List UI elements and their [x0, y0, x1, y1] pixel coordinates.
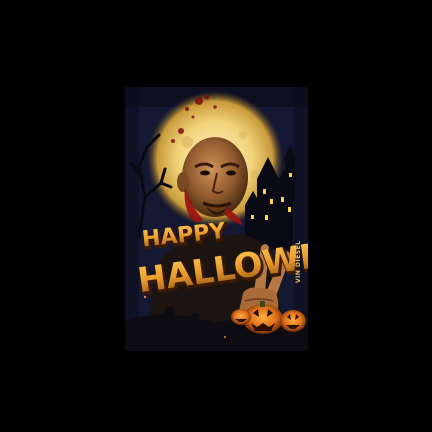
headline-overlay: HAPPY HAPPY HALLOWEEN HALLOWEEN VIN DIES… [135, 219, 308, 305]
halloween-poster-image: HAPPY HAPPY HALLOWEEN HALLOWEEN VIN DIES… [125, 87, 308, 351]
side-name-text: VIN DIESEL [295, 240, 302, 283]
screen: HAPPY HAPPY HALLOWEEN HALLOWEEN VIN DIES… [0, 0, 432, 432]
headline-happy: HAPPY [141, 219, 228, 253]
